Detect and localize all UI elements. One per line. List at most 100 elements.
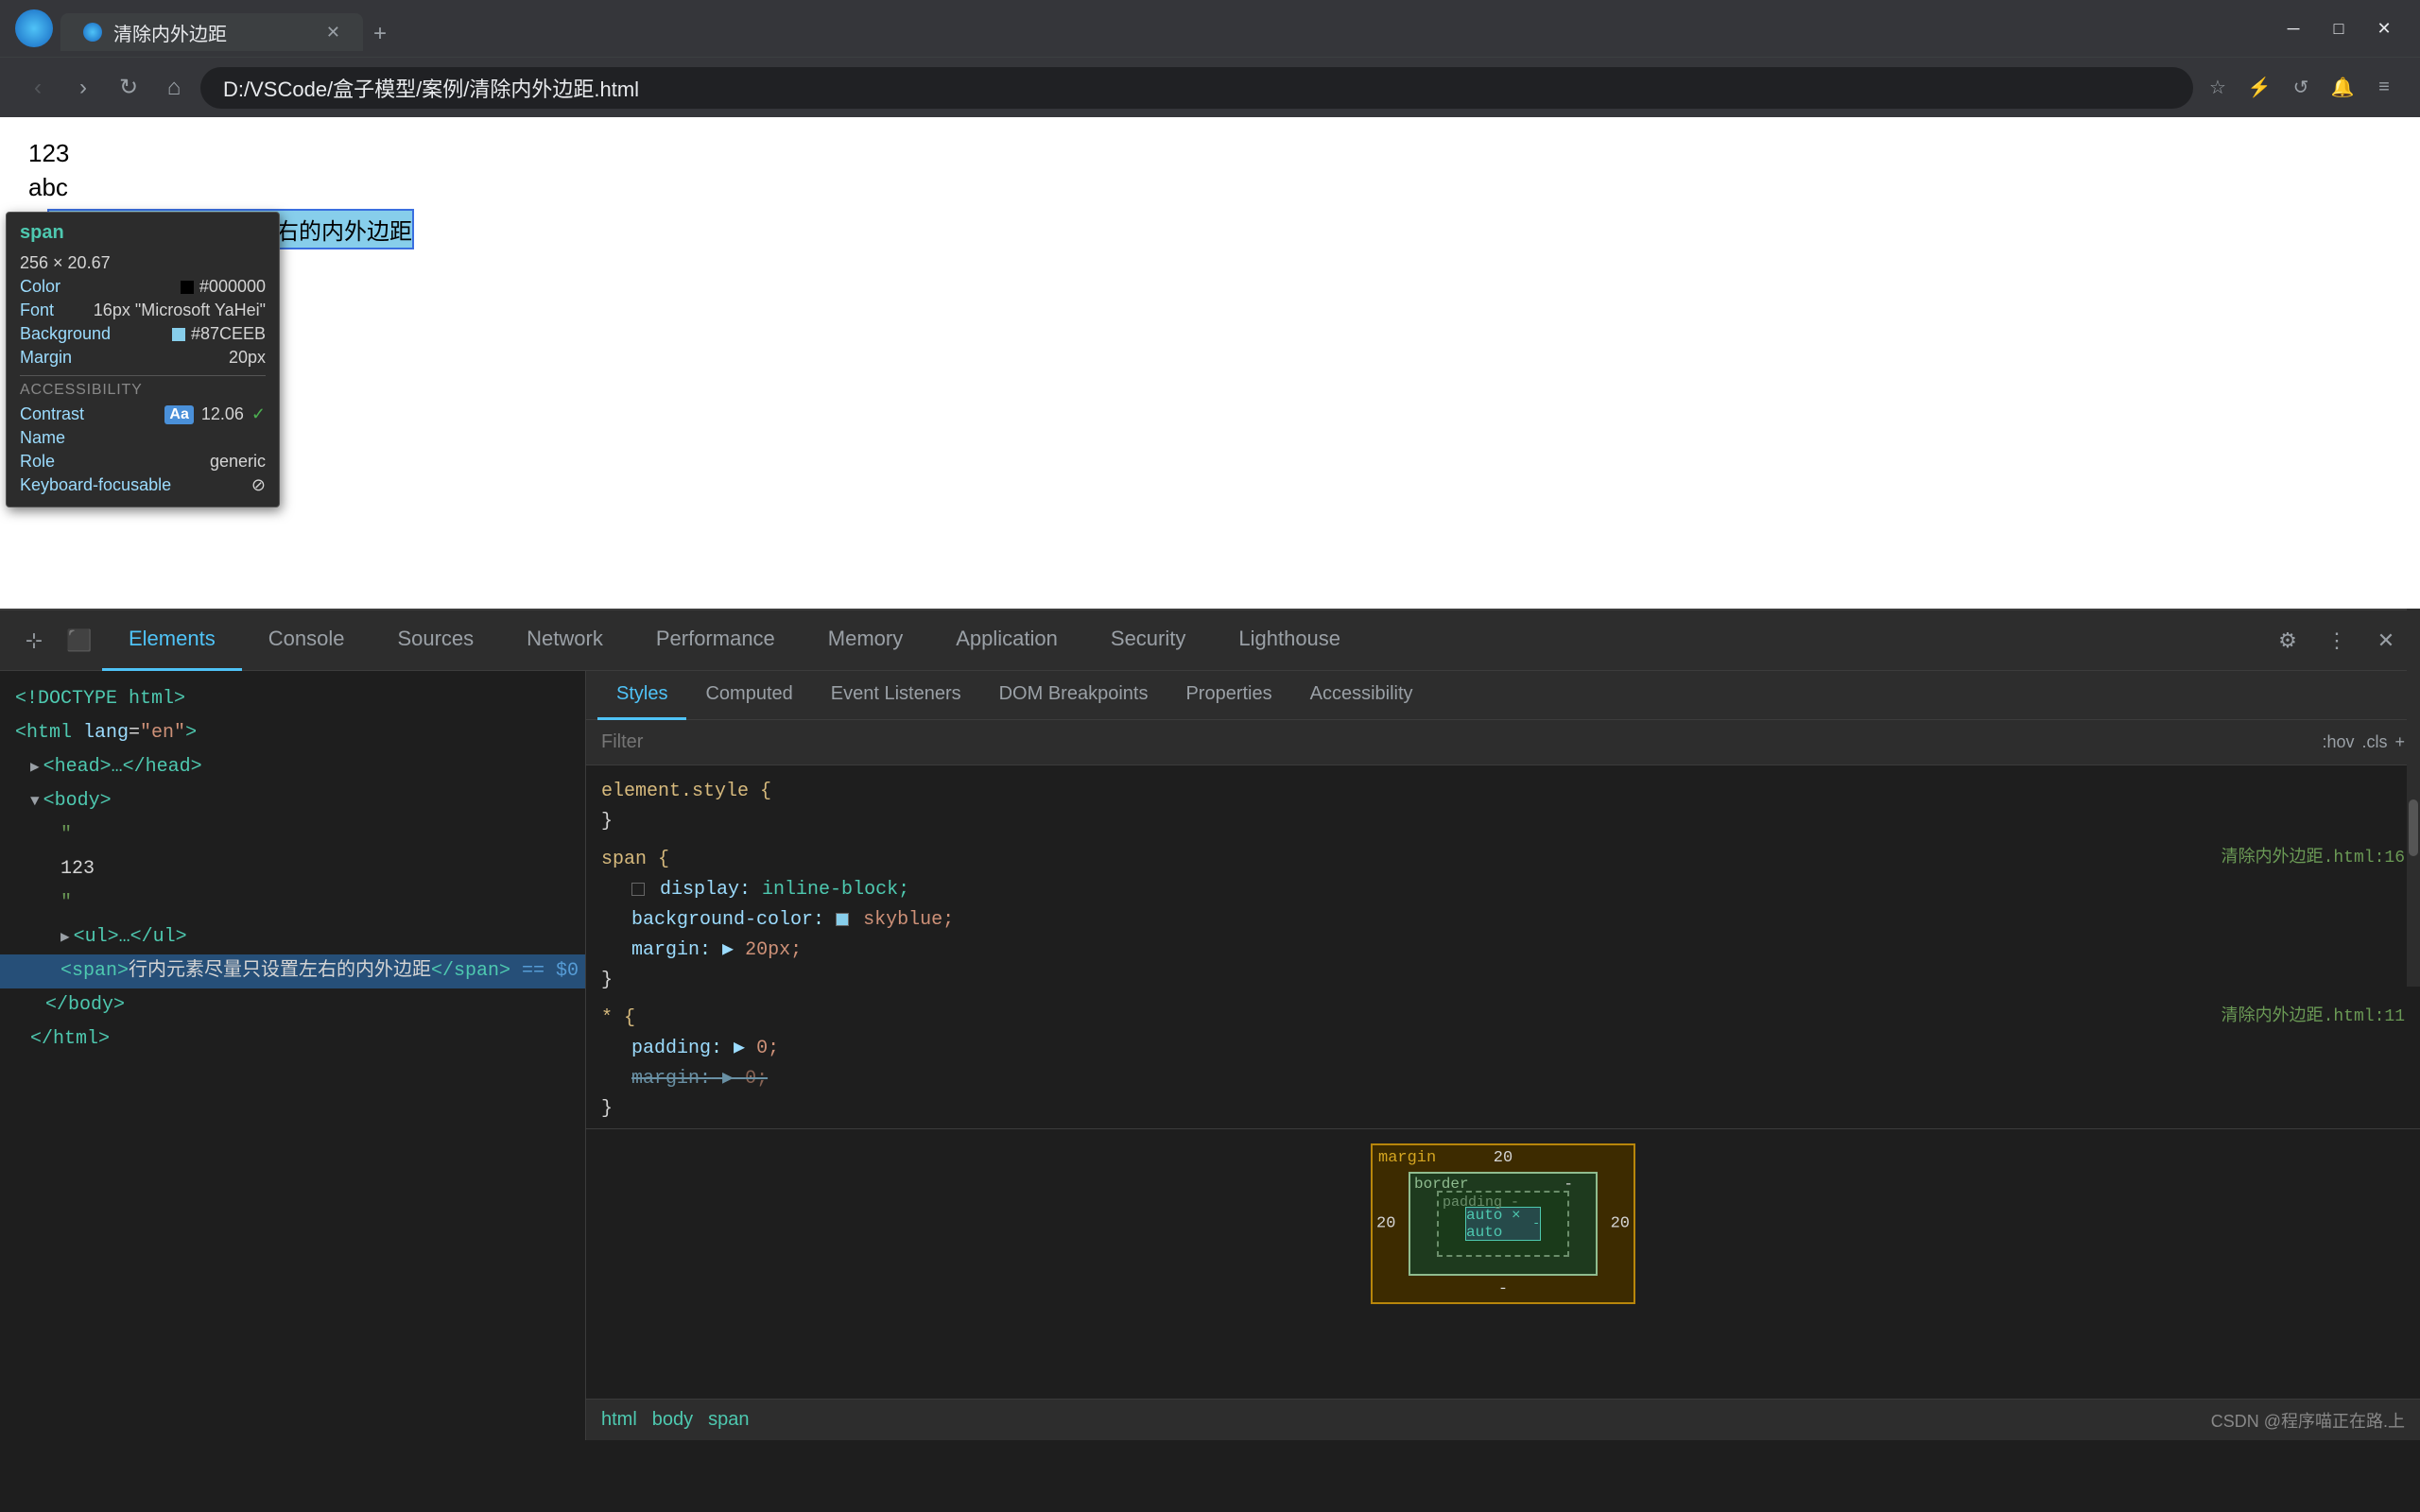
dom-line: ▶<head>…</head> [0,750,585,784]
tooltip-contrast-value: Aa 12.06 ✓ [164,404,266,424]
dom-line: <html lang="en"> [0,716,585,750]
tab-lighthouse[interactable]: Lighthouse [1212,610,1367,671]
menu-icon[interactable]: ≡ [2367,71,2401,105]
tooltip-role-value: generic [210,452,266,472]
styles-tab-computed[interactable]: Computed [686,671,811,720]
dom-line: " [0,886,585,920]
tooltip-keyboard-value: ⊘ [251,475,266,495]
css-rule-span: 清除内外边距.html:16 span { display: inline-bl… [586,841,2420,1000]
box-model: margin 20 20 20 - border - padding - aut… [1371,1143,1635,1304]
breadcrumb-span[interactable]: span [708,1409,749,1431]
devtools-toolbar: ⊹ ⬛ Elements Console Sources Network Per… [0,610,2420,671]
page-text-abc: abc [28,170,2392,204]
css-source[interactable]: 清除内外边距.html:16 [2221,845,2405,872]
cls-button[interactable]: .cls [2361,732,2387,752]
tab-performance[interactable]: Performance [630,610,802,671]
css-checkbox[interactable] [631,883,645,896]
tab-application[interactable]: Application [929,610,1084,671]
maximize-button[interactable]: □ [2318,8,2360,49]
color-swatch-icon [836,913,849,926]
hov-button[interactable]: :hov [2322,732,2354,752]
devtools-body: <!DOCTYPE html> <html lang="en"> ▶<head>… [0,671,2420,1440]
tooltip-bg-row: Background #87CEEB [20,322,266,346]
styles-tab-event-listeners[interactable]: Event Listeners [812,671,980,720]
url-input[interactable] [200,67,2193,109]
css-prop: background-color: skyblue; [601,909,954,931]
styles-panel: Styles Computed Event Listeners DOM Brea… [586,671,2420,1440]
extensions-icon[interactable]: ⚡ [2242,71,2276,105]
tab-close-button[interactable]: ✕ [326,23,340,43]
tooltip-margin-label: Margin [20,348,72,368]
margin-right: 20 [1611,1214,1630,1232]
scrollbar-thumb[interactable] [2409,799,2418,856]
browser-chrome: 清除内外边距 ✕ + ─ □ ✕ ‹ › ↻ ⌂ ☆ ⚡ ↺ 🔔 ≡ [0,0,2420,117]
color-swatch-blue [172,328,185,341]
close-button[interactable]: ✕ [2363,8,2405,49]
margin-left: 20 [1376,1214,1395,1232]
styles-tab-accessibility[interactable]: Accessibility [1291,671,1432,720]
tooltip-keyboard-row: Keyboard-focusable ⊘ [20,473,266,497]
tooltip-name-label: Name [20,428,65,448]
dom-line: </body> [0,988,585,1022]
devtools-settings-button[interactable]: ⚙ [2265,618,2310,663]
tooltip-keyboard-label: Keyboard-focusable [20,475,171,495]
address-icons: ☆ ⚡ ↺ 🔔 ≡ [2201,71,2401,105]
devtools-panel: ⊹ ⬛ Elements Console Sources Network Per… [0,609,2420,1440]
styles-filter-bar: :hov .cls + [586,720,2420,765]
styles-filter-input[interactable] [601,731,2314,753]
tooltip-role-row: Role generic [20,450,266,473]
add-style-button[interactable]: + [2394,732,2405,752]
styles-rules: element.style { } 清除内外边距.html:16 span { … [586,765,2420,1399]
tab-sources[interactable]: Sources [371,610,500,671]
tab-favicon [83,23,102,42]
refresh-button[interactable]: ↻ [110,69,147,107]
margin-top: 20 [1494,1149,1512,1167]
css-source[interactable]: 清除内外边距.html:11 [2221,1004,2405,1031]
styles-tab-styles[interactable]: Styles [597,671,686,720]
bookmark-icon[interactable]: ☆ [2201,71,2235,105]
tooltip-color-row: Color #000000 [20,275,266,299]
tab-elements[interactable]: Elements [102,610,242,671]
sync-icon[interactable]: ↺ [2284,71,2318,105]
alert-icon[interactable]: 🔔 [2325,71,2360,105]
window-controls: ─ □ ✕ [2273,8,2405,49]
devtools-settings: ⚙ ⋮ ✕ [2265,618,2409,663]
breadcrumb-body[interactable]: body [652,1409,693,1431]
tooltip-contrast-row: Contrast Aa 12.06 ✓ [20,403,266,426]
new-tab-button[interactable]: + [363,17,397,51]
element-tooltip: span 256 × 20.67 Color #000000 Font 16px… [6,212,280,507]
device-toggle-button[interactable]: ⬛ [57,618,102,663]
forward-button[interactable]: › [64,69,102,107]
padding-label: padding - [1443,1194,1519,1211]
tab-console[interactable]: Console [242,610,372,671]
tooltip-bg-value: #87CEEB [172,324,266,344]
css-rule-star: 清除内外边距.html:11 * { padding: ▶ 0; margin: [586,1000,2420,1128]
tooltip-margin-value: 20px [229,348,266,368]
tab-title: 清除内外边距 [113,19,315,46]
page-wrapper: 123 abc 行内元素尽量只设置左右的内外边距 span 256 × 20.6… [0,117,2420,609]
css-selector: element.style { [601,781,771,802]
home-button[interactable]: ⌂ [155,69,193,107]
back-button[interactable]: ‹ [19,69,57,107]
minimize-button[interactable]: ─ [2273,8,2314,49]
dom-line: </html> [0,1022,585,1057]
devtools-tabs: Elements Console Sources Network Perform… [102,610,2265,671]
page-content: 123 abc 行内元素尽量只设置左右的内外边距 span 256 × 20.6… [0,117,2420,609]
devtools-more-button[interactable]: ⋮ [2314,618,2360,663]
tooltip-bg-label: Background [20,324,111,344]
devtools-close-button[interactable]: ✕ [2363,618,2409,663]
active-tab[interactable]: 清除内外边距 ✕ [60,13,363,51]
tooltip-size-value: 256 × 20.67 [20,253,111,273]
tab-memory[interactable]: Memory [802,610,929,671]
styles-tab-properties[interactable]: Properties [1167,671,1290,720]
styles-tabs: Styles Computed Event Listeners DOM Brea… [586,671,2420,720]
scrollbar[interactable] [2407,609,2420,987]
inspect-element-button[interactable]: ⊹ [11,618,57,663]
breadcrumb-html[interactable]: html [601,1409,637,1431]
tab-network[interactable]: Network [500,610,630,671]
css-prop: padding: ▶ 0; [601,1038,779,1059]
css-prop: margin: ▶ 0; [601,1068,768,1090]
styles-tab-dom-breakpoints[interactable]: DOM Breakpoints [980,671,1167,720]
tab-security[interactable]: Security [1084,610,1212,671]
browser-logo [15,9,53,47]
